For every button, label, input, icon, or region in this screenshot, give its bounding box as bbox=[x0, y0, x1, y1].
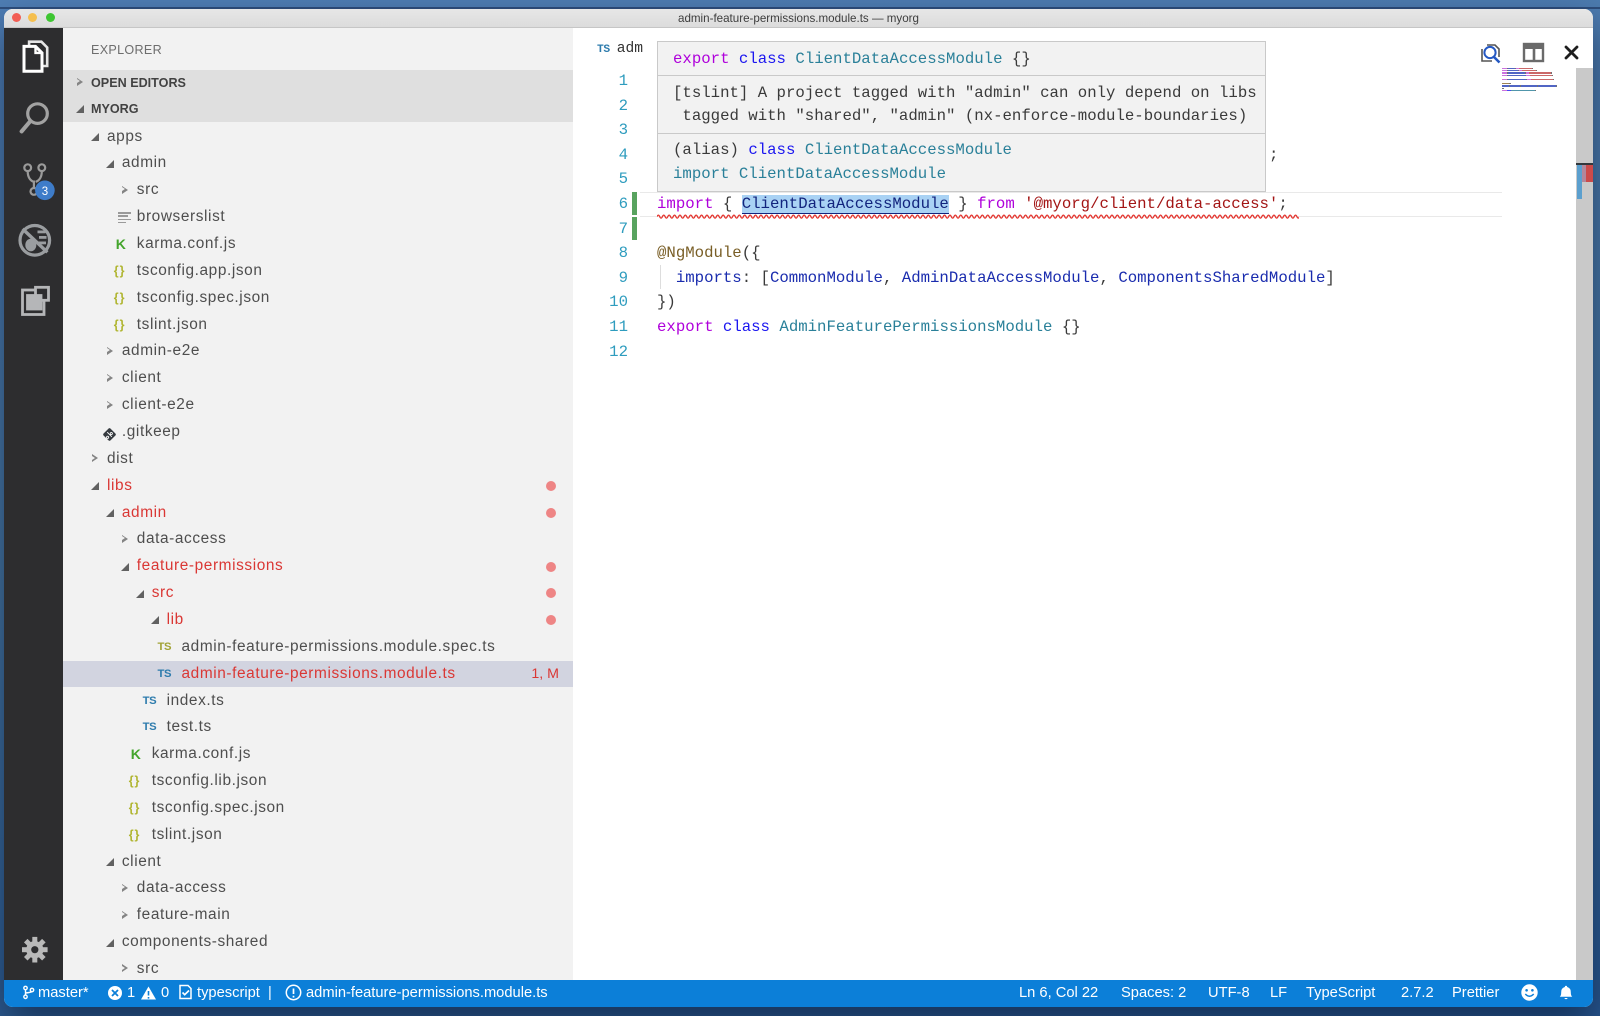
svg-text:3: 3 bbox=[42, 186, 48, 198]
